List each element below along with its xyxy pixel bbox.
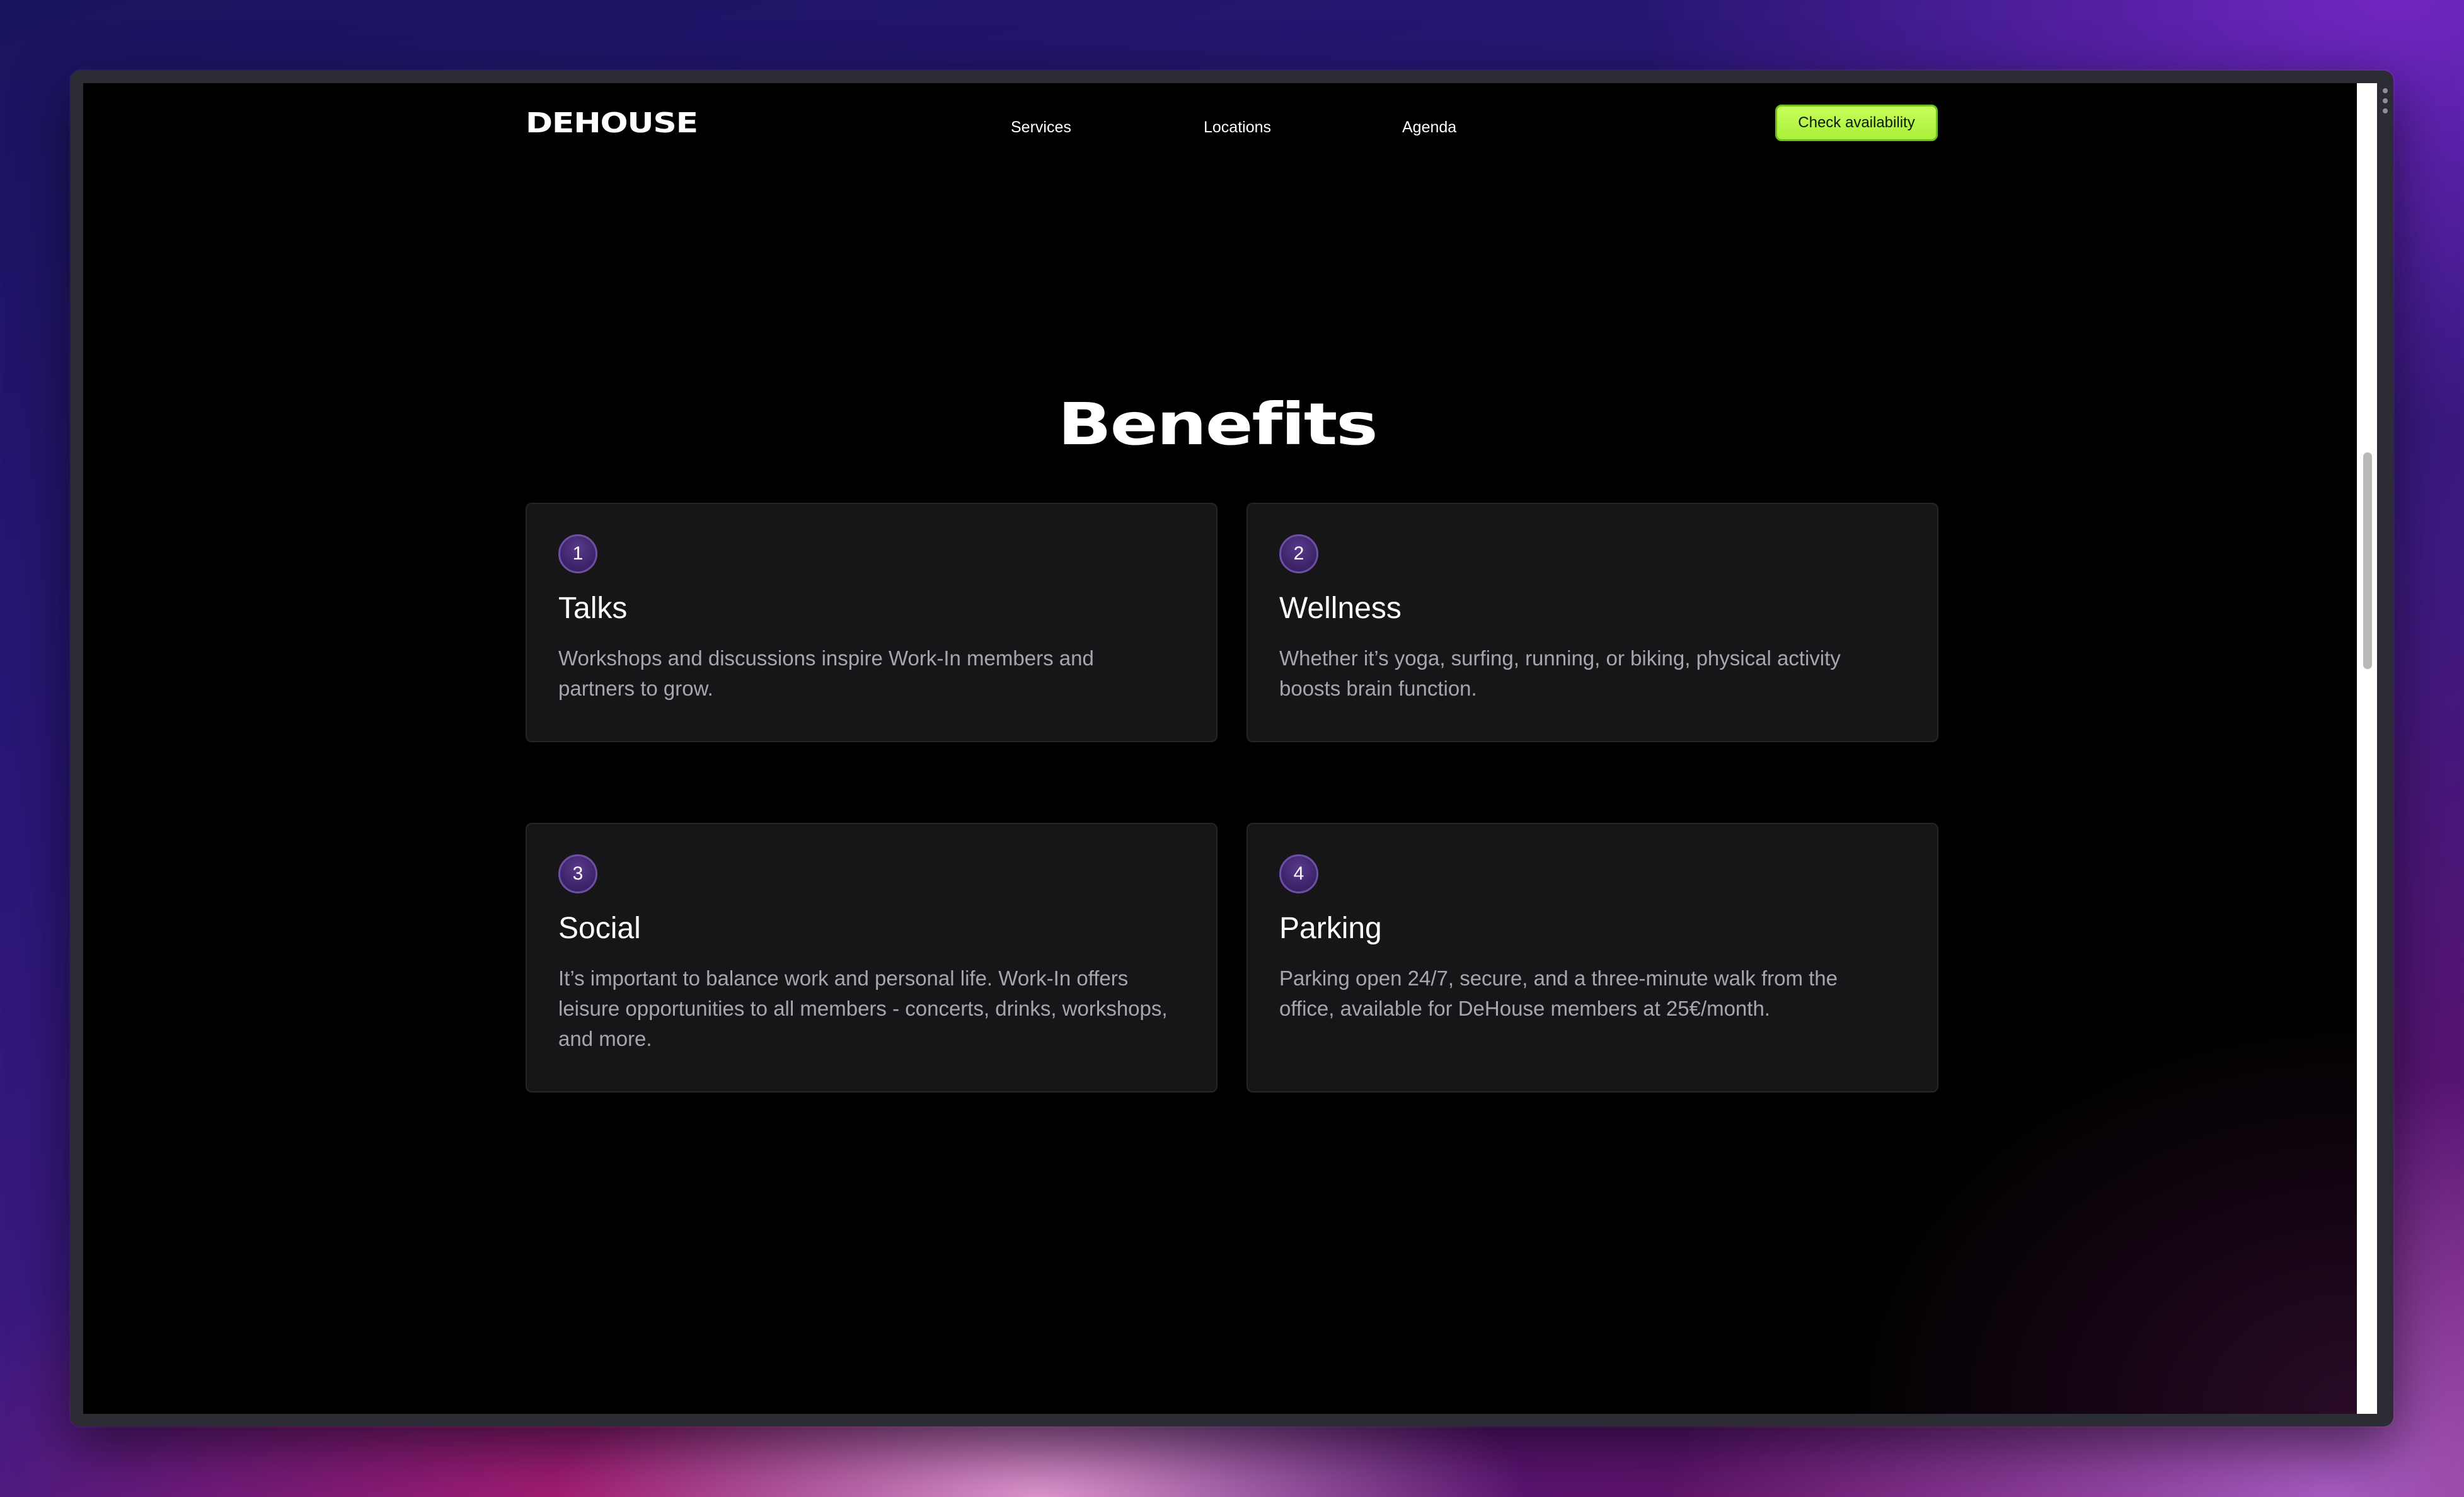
section-title: Benefits: [1057, 390, 1378, 458]
card-description: It’s important to balance work and perso…: [558, 966, 1168, 1050]
page-viewport: DEHOUSE Services Locations Agenda Check …: [83, 83, 2357, 1414]
browser-window: DEHOUSE Services Locations Agenda Check …: [71, 71, 2393, 1426]
scrollbar-thumb[interactable]: [2363, 452, 2372, 669]
benefit-card-talks: 1 Talks Workshops and discussions inspir…: [526, 503, 1218, 742]
card-number-badge: 3: [558, 854, 597, 893]
handle-dot: [2383, 88, 2388, 93]
benefit-card-wellness: 2 Wellness Whether it’s yoga, surfing, r…: [1246, 503, 1938, 742]
card-title: Wellness: [1279, 592, 1402, 625]
nav-link-locations[interactable]: Locations: [1204, 120, 1271, 135]
handle-dot: [2383, 108, 2388, 113]
card-number-badge: 4: [1279, 854, 1318, 893]
window-menu-handle[interactable]: [2382, 88, 2388, 113]
card-title: Social: [558, 912, 641, 945]
card-title: Talks: [558, 592, 628, 625]
check-availability-button[interactable]: Check availability: [1775, 105, 1938, 141]
card-title: Parking: [1279, 912, 1382, 945]
card-number-badge: 2: [1279, 534, 1318, 573]
site-logo[interactable]: DEHOUSE: [526, 110, 698, 137]
card-description: Whether it’s yoga, surfing, running, or …: [1279, 646, 1841, 700]
card-number-badge: 1: [558, 534, 597, 573]
benefit-card-social: 3 Social It’s important to balance work …: [526, 823, 1218, 1093]
nav-link-services[interactable]: Services: [1011, 120, 1071, 135]
benefit-card-parking: 4 Parking Parking open 24/7, secure, and…: [1246, 823, 1938, 1093]
handle-dot: [2383, 98, 2388, 103]
vertical-scrollbar[interactable]: [2357, 83, 2377, 1414]
nav-link-agenda[interactable]: Agenda: [1402, 120, 1456, 135]
site-header: DEHOUSE Services Locations Agenda Check …: [83, 83, 2357, 165]
card-description: Parking open 24/7, secure, and a three-m…: [1279, 966, 1838, 1020]
card-description: Workshops and discussions inspire Work-I…: [558, 646, 1094, 700]
